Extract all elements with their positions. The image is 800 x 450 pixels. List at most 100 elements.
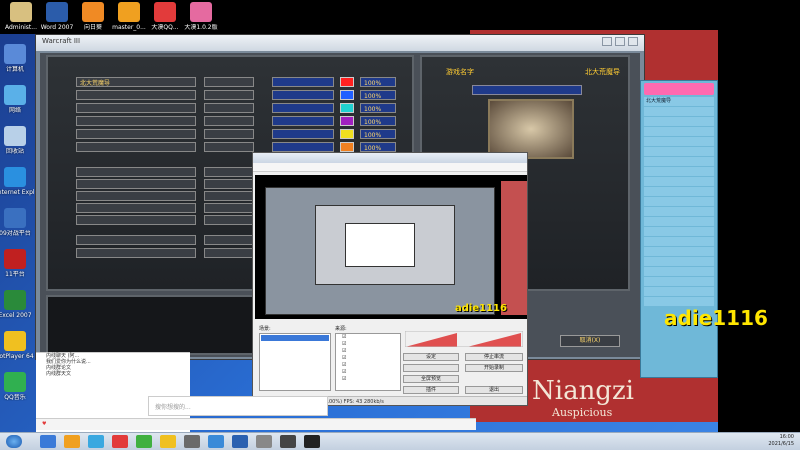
exit-button[interactable]: 退出 xyxy=(465,386,523,394)
taskbar-app-icon[interactable] xyxy=(232,435,248,448)
plugins-button[interactable]: 插件 xyxy=(403,386,459,394)
side-list-item[interactable] xyxy=(644,217,714,226)
slot-team-dropdown[interactable] xyxy=(272,142,334,152)
slot-handicap-dropdown[interactable]: 100% xyxy=(360,142,396,152)
side-list-item[interactable] xyxy=(644,127,714,136)
slot-state-dropdown[interactable] xyxy=(204,167,254,177)
slot-team-dropdown[interactable] xyxy=(272,77,334,87)
slot-name-field[interactable] xyxy=(76,248,196,258)
slot-state-dropdown[interactable] xyxy=(204,179,254,189)
desktop-icon[interactable]: PotPlayer 64 bit xyxy=(0,331,34,360)
scenes-list[interactable] xyxy=(259,333,331,391)
cancel-button[interactable]: 取消(X) xyxy=(560,335,620,347)
side-list-item[interactable] xyxy=(644,297,714,306)
side-list-item[interactable]: 北大荒魔导 xyxy=(644,97,714,106)
slot-state-dropdown[interactable] xyxy=(204,77,254,87)
slot-state-dropdown[interactable] xyxy=(204,142,254,152)
slot-name-field[interactable] xyxy=(76,116,196,126)
desktop-icon[interactable]: Word 2007 xyxy=(38,2,76,31)
slot-name-field[interactable] xyxy=(76,215,196,225)
slot-name-field[interactable] xyxy=(76,203,196,213)
taskbar-app-icon[interactable] xyxy=(64,435,80,448)
source-item[interactable]: ☑ xyxy=(336,341,400,348)
taskbar-app-icon[interactable] xyxy=(184,435,200,448)
preview-button[interactable] xyxy=(403,364,459,372)
desktop-icon[interactable]: 计算机 xyxy=(0,44,34,73)
slot-color-swatch[interactable] xyxy=(340,103,354,113)
start-record-button[interactable]: 开始录制 xyxy=(465,364,523,372)
source-item[interactable]: ☑ xyxy=(336,376,400,383)
heart-icon[interactable]: ♥ xyxy=(42,421,46,427)
slot-state-dropdown[interactable] xyxy=(204,191,254,201)
slot-state-dropdown[interactable] xyxy=(204,103,254,113)
desktop-icon[interactable]: Internet Explorer xyxy=(0,167,34,196)
slot-name-field[interactable]: 北大荒魔导 xyxy=(76,77,196,87)
taskbar-app-icon[interactable] xyxy=(280,435,296,448)
desktop-icon[interactable]: 11平台 xyxy=(0,249,34,278)
side-list-item[interactable] xyxy=(644,277,714,286)
taskbar-app-icon[interactable] xyxy=(256,435,272,448)
slot-color-swatch[interactable] xyxy=(340,142,354,152)
slot-team-dropdown[interactable] xyxy=(272,90,334,100)
settings-button[interactable]: 设定 xyxy=(403,353,459,361)
desktop-icon[interactable]: master_0... xyxy=(110,2,148,31)
desktop-icon[interactable]: 向日葵 xyxy=(74,2,112,31)
maximize-icon[interactable] xyxy=(615,37,625,46)
taskbar-app-icon[interactable] xyxy=(160,435,176,448)
sources-list[interactable]: ☑ ☑ ☑ ☑ ☑ ☑ ☑ xyxy=(335,333,401,391)
slot-state-dropdown[interactable] xyxy=(204,215,254,225)
side-list-item[interactable] xyxy=(644,107,714,116)
taskbar-app-icon[interactable] xyxy=(304,435,320,448)
side-list-item[interactable] xyxy=(644,237,714,246)
close-icon[interactable] xyxy=(628,37,638,46)
qq-search-input[interactable]: 搜你想搜的... xyxy=(148,396,328,416)
scene-item[interactable] xyxy=(261,335,329,341)
slot-state-dropdown[interactable] xyxy=(204,235,254,245)
side-list-item[interactable] xyxy=(644,287,714,296)
side-list-item[interactable] xyxy=(644,137,714,146)
slot-name-field[interactable] xyxy=(76,167,196,177)
taskbar-clock[interactable]: 16:00 2021/6/15 xyxy=(768,434,794,448)
start-icon[interactable] xyxy=(6,435,22,448)
slot-handicap-dropdown[interactable]: 100% xyxy=(360,77,396,87)
slot-handicap-dropdown[interactable]: 100% xyxy=(360,103,396,113)
side-list-item[interactable] xyxy=(644,257,714,266)
fullscreen-preview-button[interactable]: 全屏预览 xyxy=(403,375,459,383)
slot-name-field[interactable] xyxy=(76,235,196,245)
slot-team-dropdown[interactable] xyxy=(272,116,334,126)
desktop-icon[interactable]: QQ音乐 xyxy=(0,372,34,401)
slot-name-field[interactable] xyxy=(76,129,196,139)
taskbar-app-icon[interactable] xyxy=(112,435,128,448)
slot-name-field[interactable] xyxy=(76,90,196,100)
slot-handicap-dropdown[interactable]: 100% xyxy=(360,129,396,139)
desktop-icon[interactable]: 网络 xyxy=(0,85,34,114)
slot-handicap-dropdown[interactable]: 100% xyxy=(360,90,396,100)
slot-state-dropdown[interactable] xyxy=(204,203,254,213)
slot-team-dropdown[interactable] xyxy=(272,103,334,113)
source-item[interactable]: ☑ xyxy=(336,362,400,369)
desktop-icon[interactable]: 09对战平台 xyxy=(0,208,34,237)
side-list-item[interactable] xyxy=(644,267,714,276)
slot-name-field[interactable] xyxy=(76,179,196,189)
desktop-icon[interactable]: Excel 2007 xyxy=(0,290,34,319)
minimize-icon[interactable] xyxy=(602,37,612,46)
side-list-item[interactable] xyxy=(644,167,714,176)
taskbar-app-icon[interactable] xyxy=(88,435,104,448)
slot-state-dropdown[interactable] xyxy=(204,129,254,139)
audio-volume-meter[interactable] xyxy=(405,331,523,347)
side-list-item[interactable] xyxy=(644,147,714,156)
slot-handicap-dropdown[interactable]: 100% xyxy=(360,116,396,126)
side-list-item[interactable] xyxy=(644,187,714,196)
slot-name-field[interactable] xyxy=(76,142,196,152)
qq-list-item[interactable]: 内线群天文 xyxy=(36,371,190,377)
stop-stream-button[interactable]: 停止串流 xyxy=(465,353,523,361)
desktop-icon[interactable]: 回收站 xyxy=(0,126,34,155)
side-list-item[interactable] xyxy=(644,117,714,126)
desktop-icon[interactable]: 大漠QQ... xyxy=(146,2,184,31)
taskbar-app-icon[interactable] xyxy=(40,435,56,448)
slot-team-dropdown[interactable] xyxy=(272,129,334,139)
side-list-item[interactable] xyxy=(644,197,714,206)
taskbar-app-icon[interactable] xyxy=(136,435,152,448)
side-list-item[interactable] xyxy=(644,157,714,166)
taskbar-app-icon[interactable] xyxy=(208,435,224,448)
